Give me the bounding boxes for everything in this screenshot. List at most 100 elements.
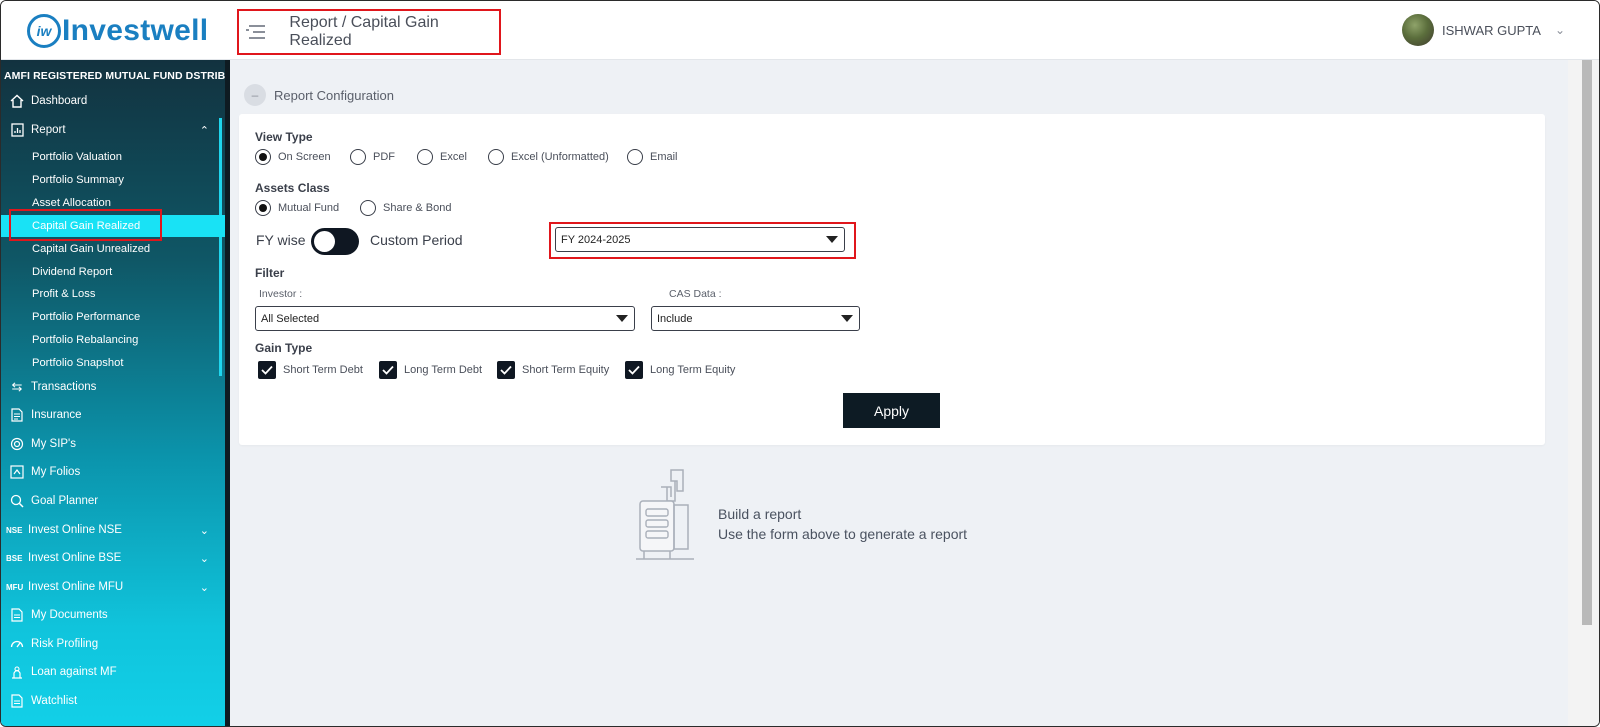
checkbox-short-term-debt[interactable]: Short Term Debt	[258, 361, 363, 379]
investor-label: Investor :	[259, 288, 303, 300]
filter-label: Filter	[255, 266, 285, 280]
empty-state-illustration	[631, 467, 703, 568]
sidebar-item-watchlist[interactable]: Watchlist	[1, 687, 225, 715]
radio-unchecked-icon	[627, 149, 643, 165]
checkbox-short-term-equity[interactable]: Short Term Equity	[497, 361, 609, 379]
sidebar-item-label: Goal Planner	[31, 495, 99, 507]
apply-button[interactable]: Apply	[843, 393, 940, 428]
brand-logo[interactable]: iw Investwell	[27, 14, 208, 48]
document-icon	[9, 407, 25, 423]
user-menu[interactable]: ISHWAR GUPTA ⌄	[1401, 14, 1565, 46]
fy-select[interactable]: FY 2024-2025	[555, 227, 845, 252]
sidebar-item-label: My SIP's	[31, 438, 77, 450]
report-icon	[9, 122, 25, 138]
sidebar-item-report[interactable]: Report ⌃	[1, 116, 225, 144]
chevron-down-icon: ⌄	[199, 552, 209, 565]
radio-unchecked-icon	[360, 200, 376, 216]
report-server-icon	[636, 469, 694, 560]
investor-select[interactable]: All Selected	[255, 306, 635, 331]
checkbox-label: Long Term Debt	[404, 364, 483, 376]
checkbox-checked-icon	[379, 361, 397, 379]
sidebar-item-invest-online-mfu[interactable]: MFU Invest Online MFU ⌄	[1, 573, 225, 601]
brand-name: Investwell	[62, 14, 209, 47]
checkbox-long-term-debt[interactable]: Long Term Debt	[379, 361, 482, 379]
sip-icon	[9, 436, 25, 452]
assets-class-label: Assets Class	[255, 181, 330, 195]
scrollbar-thumb[interactable]	[1582, 60, 1592, 625]
mfu-icon: MFU	[6, 582, 24, 592]
page-title-bar: Report / Capital Gain Realized	[237, 9, 501, 55]
collapse-icon[interactable]: –	[244, 84, 266, 106]
cas-data-label: CAS Data :	[669, 288, 722, 300]
amfi-banner: AMFI REGISTERED MUTUAL FUND DSTRIBUTOR	[4, 70, 230, 82]
empty-state-title: Build a report	[718, 506, 802, 522]
dropdown-caret-icon	[841, 315, 853, 322]
checkbox-checked-icon	[258, 361, 276, 379]
checkbox-long-term-equity[interactable]: Long Term Equity	[625, 361, 735, 379]
sidebar-item-my-folios[interactable]: My Folios	[1, 458, 225, 486]
sidebar-item-invest-online-nse[interactable]: NSE Invest Online NSE ⌄	[1, 516, 225, 544]
sidebar-subitem-dividend-report[interactable]: Dividend Report	[1, 261, 225, 283]
loan-icon	[9, 664, 25, 680]
sidebar-item-label: Invest Online MFU	[28, 581, 124, 593]
document-icon	[9, 693, 25, 709]
folio-icon	[9, 464, 25, 480]
checkbox-checked-icon	[625, 361, 643, 379]
app-window: iw Investwell Report / Capital Gain Real…	[0, 0, 1600, 727]
sidebar-subitem-portfolio-performance[interactable]: Portfolio Performance	[1, 306, 225, 328]
custom-period-label: Custom Period	[370, 232, 463, 248]
nse-icon: NSE	[6, 525, 23, 535]
sidebar-item-label: My Folios	[31, 466, 81, 478]
chevron-up-icon: ⌃	[199, 124, 209, 137]
toggle-knob	[314, 231, 335, 252]
checkbox-checked-icon	[497, 361, 515, 379]
sidebar-item-my-documents[interactable]: My Documents	[1, 601, 225, 629]
radio-unchecked-icon	[488, 149, 504, 165]
sidebar-subitem-portfolio-summary[interactable]: Portfolio Summary	[1, 169, 225, 191]
radio-on-screen[interactable]: On Screen	[255, 149, 331, 165]
avatar[interactable]	[1401, 14, 1434, 46]
sidebar-item-risk-profiling[interactable]: Risk Profiling	[1, 630, 225, 658]
radio-label: Excel (Unformatted)	[511, 151, 609, 163]
sidebar-item-transactions[interactable]: ⇆ Transactions	[1, 373, 225, 401]
cas-data-select-value: Include	[657, 312, 693, 325]
home-icon	[9, 93, 25, 109]
radio-mutual-fund[interactable]: Mutual Fund	[255, 200, 339, 216]
radio-excel[interactable]: Excel	[417, 149, 467, 165]
radio-pdf[interactable]: PDF	[350, 149, 395, 165]
sidebar-subitem-portfolio-valuation[interactable]: Portfolio Valuation	[1, 146, 225, 168]
menu-toggle-icon[interactable]	[246, 24, 266, 40]
fy-wise-label: FY wise	[256, 232, 306, 248]
report-config-header[interactable]: – Report Configuration	[244, 84, 394, 106]
sidebar-subitem-profit-loss[interactable]: Profit & Loss	[1, 283, 225, 305]
top-header: iw Investwell Report / Capital Gain Real…	[1, 1, 1599, 60]
swap-icon: ⇆	[11, 379, 23, 394]
cas-data-select[interactable]: Include	[651, 306, 860, 331]
period-toggle[interactable]	[311, 228, 359, 255]
user-name[interactable]: ISHWAR GUPTA	[1442, 23, 1541, 38]
fy-select-value: FY 2024-2025	[561, 233, 631, 246]
sidebar-subitem-portfolio-rebalancing[interactable]: Portfolio Rebalancing	[1, 329, 225, 351]
sidebar-subitem-portfolio-snapshot[interactable]: Portfolio Snapshot	[1, 352, 225, 374]
sidebar-item-dashboard[interactable]: Dashboard	[1, 87, 225, 115]
radio-excel-unformatted[interactable]: Excel (Unformatted)	[488, 149, 609, 165]
sidebar-subitem-capital-gain-unrealized[interactable]: Capital Gain Unrealized	[1, 238, 225, 260]
goal-icon	[9, 493, 25, 509]
checkbox-label: Long Term Equity	[650, 364, 736, 376]
sidebar-item-label: Risk Profiling	[31, 638, 99, 650]
sidebar-item-goal-planner[interactable]: Goal Planner	[1, 487, 225, 515]
sidebar-item-label: Transactions	[31, 381, 97, 393]
sidebar-item-loan-against-mf[interactable]: Loan against MF	[1, 658, 225, 686]
sidebar-item-label: Report	[31, 124, 66, 136]
sidebar-item-invest-online-bse[interactable]: BSE Invest Online BSE ⌄	[1, 544, 225, 572]
sidebar-item-my-sips[interactable]: My SIP's	[1, 430, 225, 458]
radio-label: On Screen	[278, 151, 331, 163]
view-type-label: View Type	[255, 130, 313, 144]
radio-share-bond[interactable]: Share & Bond	[360, 200, 452, 216]
sidebar-item-label: Watchlist	[31, 695, 78, 707]
chevron-down-icon[interactable]: ⌄	[1555, 23, 1565, 37]
sidebar-item-insurance[interactable]: Insurance	[1, 401, 225, 429]
radio-email[interactable]: Email	[627, 149, 678, 165]
sidebar: AMFI REGISTERED MUTUAL FUND DSTRIBUTOR D…	[1, 60, 230, 726]
page-scrollbar[interactable]	[1568, 60, 1599, 726]
